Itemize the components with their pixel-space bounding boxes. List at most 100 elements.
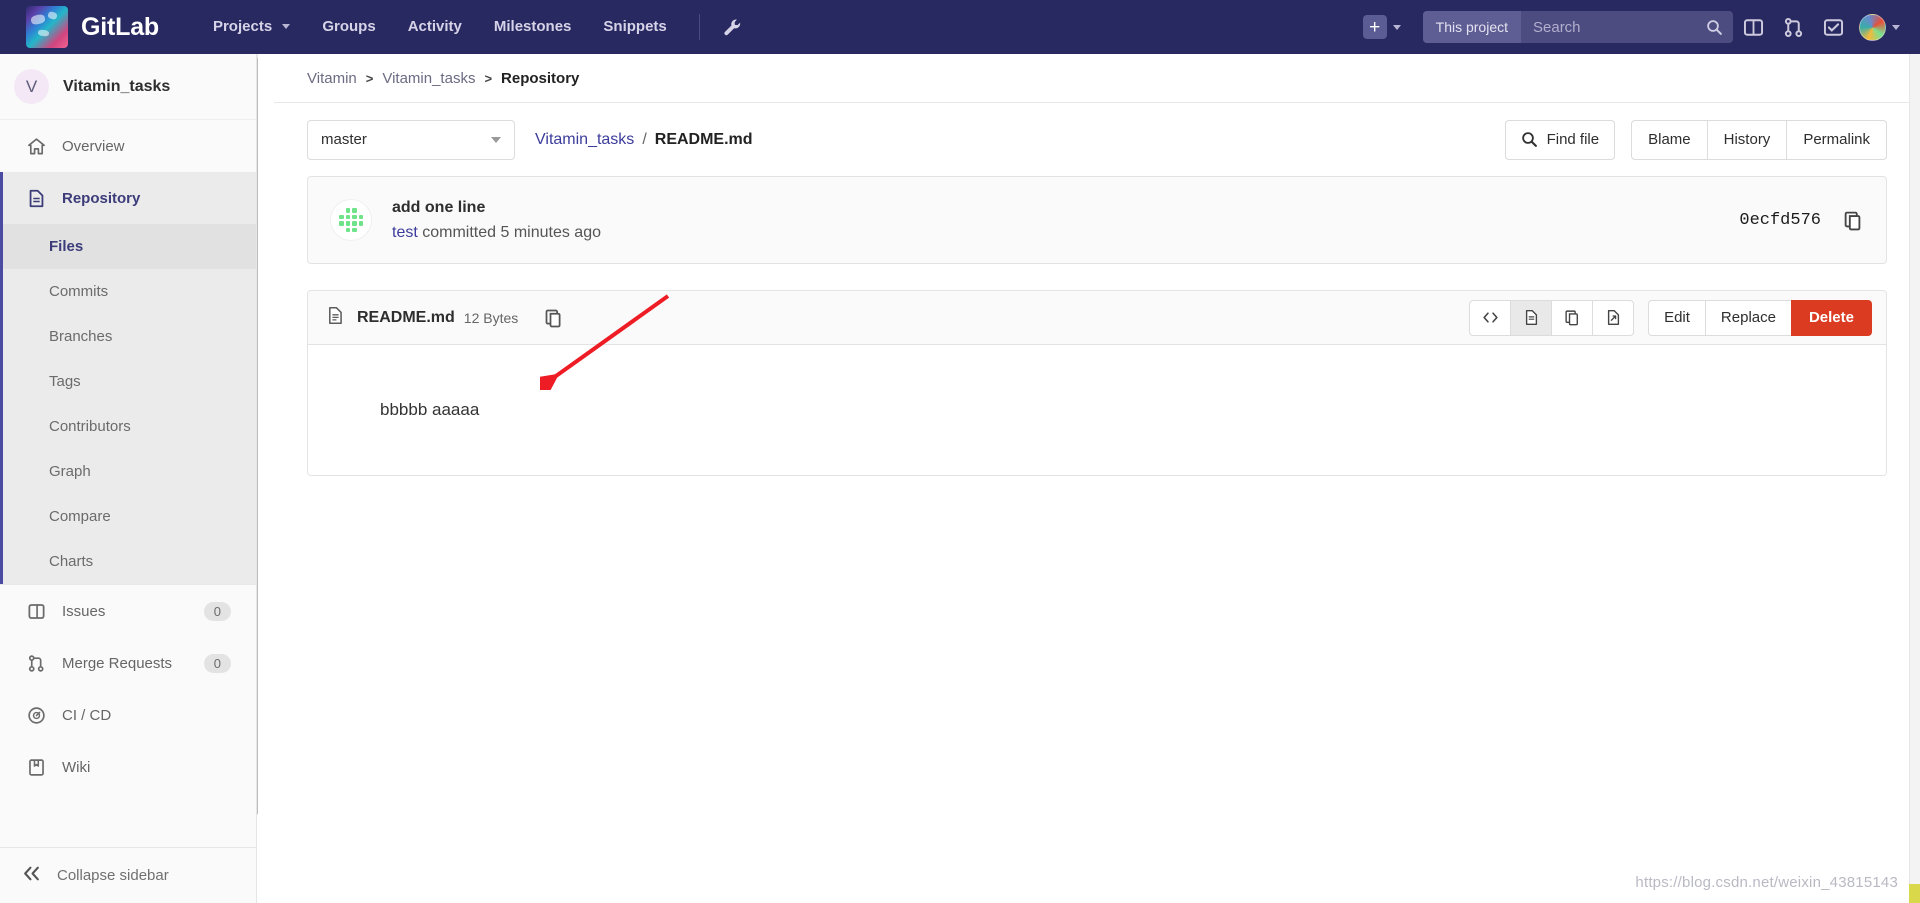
nav-link-projects-label: Projects: [212, 18, 273, 35]
sidebar-item-ci-cd[interactable]: CI / CD: [0, 689, 256, 741]
wrench-icon: [724, 18, 741, 35]
merge-request-icon: [25, 654, 47, 673]
sidebar-subitem-files[interactable]: Files: [3, 224, 256, 269]
commit-meta-suffix: committed 5 minutes ago: [417, 223, 601, 241]
file-content-text: bbbbb aaaaa: [380, 400, 480, 419]
permalink-button[interactable]: Permalink: [1786, 119, 1887, 160]
edit-button[interactable]: Edit: [1648, 299, 1706, 336]
sidebar-subitem-contributors[interactable]: Contributors: [3, 404, 256, 449]
global-search: This project: [1422, 11, 1733, 43]
nav-issues-button[interactable]: [1733, 7, 1773, 47]
sidebar-subitem-graph[interactable]: Graph: [3, 449, 256, 494]
sidebar-nav-list: Overview Repository Files Commits Branch…: [0, 120, 256, 847]
open-raw-button[interactable]: [1592, 299, 1635, 336]
merge-requests-count-badge: 0: [203, 653, 231, 673]
commit-sha-area: 0ecfd576: [1739, 210, 1864, 231]
replace-button[interactable]: Replace: [1704, 299, 1792, 336]
branch-selector[interactable]: master: [307, 119, 515, 160]
file-path-breadcrumb: Vitamin_tasks / README.md: [535, 131, 753, 149]
commit-title[interactable]: add one line: [392, 199, 601, 217]
commit-meta: test committed 5 minutes ago: [392, 224, 601, 242]
sidebar-item-repository-label: Repository: [62, 189, 141, 207]
file-view-toggle-group: [1469, 299, 1635, 336]
main-content: Vitamin > Vitamin_tasks > Repository mas…: [274, 54, 1920, 903]
plus-icon: +: [1362, 15, 1387, 39]
brand-name: GitLab: [81, 12, 159, 41]
admin-wrench-button[interactable]: [716, 10, 750, 44]
history-button[interactable]: History: [1706, 119, 1788, 160]
file-edit-group: Edit Replace Delete: [1648, 299, 1872, 336]
blame-button[interactable]: Blame: [1631, 119, 1708, 160]
sidebar-item-merge-requests[interactable]: Merge Requests 0: [0, 637, 256, 689]
path-project-link[interactable]: Vitamin_tasks: [535, 131, 634, 149]
sidebar-item-issues-label: Issues: [62, 602, 106, 620]
open-raw-icon: [1607, 310, 1619, 325]
repository-toolbar: master Vitamin_tasks / README.md Find fi…: [274, 102, 1920, 176]
chevron-down-icon: [1392, 24, 1401, 30]
sidebar-item-ci-cd-label: CI / CD: [62, 706, 112, 724]
gitlab-brand[interactable]: GitLab: [26, 6, 159, 48]
issues-icon: [25, 602, 47, 621]
breadcrumb-project[interactable]: Vitamin_tasks: [382, 70, 475, 87]
avatar: [1859, 13, 1886, 41]
sidebar-item-wiki[interactable]: Wiki: [0, 741, 256, 793]
document-icon: [25, 189, 47, 208]
nav-link-groups[interactable]: Groups: [306, 0, 391, 54]
commit-sha[interactable]: 0ecfd576: [1739, 211, 1821, 230]
gitlab-tanuki-logo-icon: [26, 6, 68, 48]
nav-merge-requests-button[interactable]: [1773, 7, 1813, 47]
sidebar-item-repository[interactable]: Repository: [0, 172, 256, 224]
copy-path-icon[interactable]: [544, 308, 564, 328]
copy-icon: [1564, 310, 1578, 326]
sidebar-project-header[interactable]: V Vitamin_tasks: [0, 54, 256, 120]
commit-author[interactable]: test: [392, 224, 418, 241]
sidebar-subitem-branches[interactable]: Branches: [3, 314, 256, 359]
sidebar-subitem-tags[interactable]: Tags: [3, 359, 256, 404]
merge-requests-icon: [1784, 17, 1802, 37]
find-file-button[interactable]: Find file: [1504, 119, 1616, 160]
nav-link-snippets[interactable]: Snippets: [587, 0, 682, 54]
breadcrumb-group[interactable]: Vitamin: [307, 70, 357, 87]
copy-contents-button[interactable]: [1551, 299, 1594, 336]
create-new-button[interactable]: +: [1357, 15, 1407, 39]
chevron-down-icon: [1892, 24, 1900, 30]
sidebar-subitem-commits[interactable]: Commits: [3, 269, 256, 314]
code-icon: [1482, 312, 1498, 323]
sidebar-item-overview[interactable]: Overview: [0, 120, 256, 172]
search-icon[interactable]: [1696, 19, 1733, 36]
last-commit-panel: add one line test committed 5 minutes ag…: [307, 176, 1887, 264]
file-size: 12 Bytes: [463, 309, 519, 326]
sidebar-subitem-charts[interactable]: Charts: [3, 539, 256, 584]
nav-todos-button[interactable]: [1813, 7, 1853, 47]
nav-link-projects[interactable]: Projects: [197, 0, 306, 54]
delete-button[interactable]: Delete: [1790, 299, 1872, 336]
collapse-sidebar-button[interactable]: Collapse sidebar: [0, 847, 256, 903]
rocket-icon: [25, 706, 47, 725]
search-scope-label[interactable]: This project: [1422, 11, 1521, 43]
file-content-area: bbbbb aaaaa: [308, 345, 1886, 475]
sidebar-item-merge-requests-label: Merge Requests: [62, 654, 173, 672]
document-icon: [1525, 310, 1537, 325]
sidebar-repository-subnav: Files Commits Branches Tags Contributors…: [0, 224, 256, 584]
project-avatar: V: [14, 69, 49, 104]
sidebar-item-wiki-label: Wiki: [62, 758, 91, 776]
page-scrollbar-track[interactable]: [1909, 54, 1920, 903]
sidebar-item-issues[interactable]: Issues 0: [0, 585, 256, 637]
user-menu-button[interactable]: [1859, 13, 1900, 41]
sidebar-subitem-compare[interactable]: Compare: [3, 494, 256, 539]
branch-selector-value: master: [321, 131, 367, 148]
commit-author-identicon: [330, 199, 372, 241]
copy-icon[interactable]: [1843, 210, 1864, 231]
nav-link-activity[interactable]: Activity: [392, 0, 478, 54]
source-view-button[interactable]: [1469, 299, 1512, 336]
search-input[interactable]: [1521, 11, 1696, 43]
issues-icon: [1743, 18, 1763, 36]
path-file-name: README.md: [654, 130, 753, 148]
nav-link-milestones[interactable]: Milestones: [478, 0, 588, 54]
file-panel: README.md 12 Bytes Edit Replace Delete b…: [307, 290, 1887, 476]
rendered-view-button[interactable]: [1510, 299, 1553, 336]
project-sidebar: V Vitamin_tasks Overview Repository File…: [0, 54, 257, 903]
page-scrollbar-thumb[interactable]: [1909, 884, 1920, 903]
top-nav-links: Projects Groups Activity Milestones Snip…: [197, 0, 750, 54]
breadcrumb-separator: >: [484, 70, 493, 86]
